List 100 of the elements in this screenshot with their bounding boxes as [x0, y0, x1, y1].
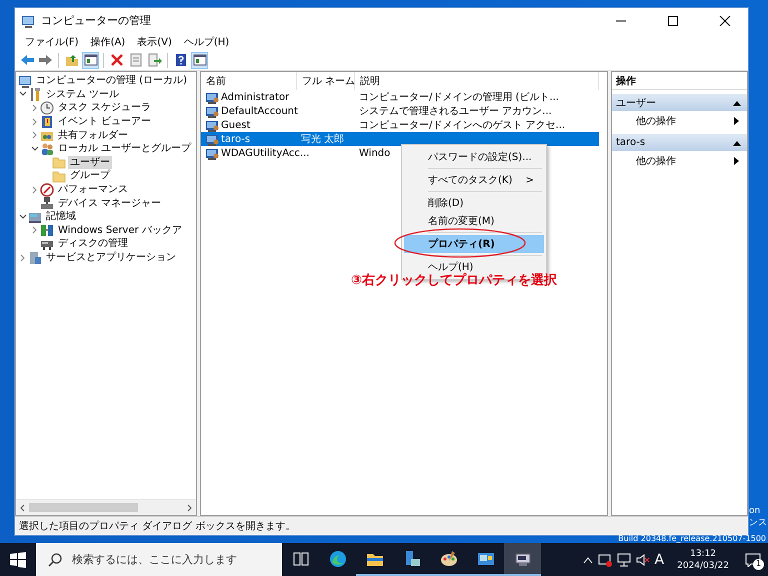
menu-item[interactable]: ファイル(F) [19, 34, 85, 48]
task-view-icon [292, 550, 310, 568]
description: コンピューター/ドメインの管理用 (ビルト... [359, 91, 559, 104]
back-icon [20, 53, 34, 67]
column-header[interactable]: 説明 [355, 72, 599, 90]
chevron-down-icon[interactable] [19, 212, 27, 221]
pane-icon [192, 53, 206, 67]
desktop-text: Build 20348.fe_release.210507-1500 [618, 535, 767, 543]
tree-item[interactable]: サービスとアプリケーション [44, 251, 178, 264]
menu-item[interactable]: 削除(D) [404, 194, 544, 212]
selected-row[interactable]: taro-s 写光 太郎 [201, 132, 599, 146]
chevron-right-icon[interactable] [31, 226, 39, 234]
description: システムで管理されるユーザー アカウン... [359, 105, 552, 118]
action-link[interactable]: 他の操作 [636, 114, 676, 128]
tree-item[interactable]: パフォーマンス [56, 183, 130, 196]
tree-item[interactable]: タスク スケジューラ [56, 101, 154, 114]
menu-item[interactable]: ヘルプ(H) [178, 34, 236, 48]
window-title: コンピューターの管理 [41, 13, 152, 28]
chevron-right-icon[interactable] [31, 104, 39, 112]
section-header[interactable]: ユーザー [612, 94, 747, 111]
collapse-icon[interactable] [733, 100, 741, 106]
column-header[interactable]: 名前 [201, 72, 297, 90]
search-field[interactable]: 検索するには、ここに入力します [36, 543, 282, 576]
scroll-right-icon[interactable] [187, 504, 193, 512]
section-header[interactable]: taro-s [612, 134, 747, 151]
users-icon [40, 142, 54, 156]
placeholder-text: 検索するには、ここに入力します [72, 552, 237, 567]
scroll-left-icon[interactable] [19, 504, 25, 512]
tree-item[interactable]: デバイス マネージャー [56, 196, 164, 210]
submenu-arrow-icon[interactable] [734, 116, 739, 124]
browser-icon [328, 550, 346, 568]
menu-label: すべてのタスク(K) [428, 174, 512, 187]
toolbar-button[interactable] [146, 52, 163, 68]
computer-icon [21, 14, 35, 28]
tree-item[interactable]: Windows Server バックア [56, 224, 184, 237]
collapse-icon[interactable] [733, 140, 741, 146]
ime-indicator[interactable]: A [654, 552, 664, 568]
event-log-icon [40, 114, 54, 129]
user-name: taro-s [221, 134, 250, 144]
menu-item[interactable]: 操作(A) [84, 34, 132, 48]
pane-icon [84, 53, 98, 67]
full-name: 写光 太郎 [301, 132, 344, 146]
toolbar-button[interactable] [191, 52, 208, 68]
services-icon [28, 250, 42, 265]
description: Windo [359, 148, 390, 158]
menu-item[interactable]: プロパティ(R) [404, 235, 544, 253]
scrollbar-thumb[interactable] [29, 503, 138, 512]
chevron-right-icon[interactable] [31, 131, 39, 140]
chevron-down-icon[interactable] [31, 144, 39, 153]
speaker-muted-icon[interactable] [636, 552, 650, 566]
tree-item[interactable]: イベント ビューアー [56, 115, 154, 128]
user-icon [205, 132, 219, 146]
submenu-arrow: > [526, 174, 534, 186]
description: コンピューター/ドメインへのゲスト アクセ... [359, 119, 566, 132]
clock-date[interactable]: 2024/03/22 [677, 560, 729, 572]
help-icon [174, 53, 188, 67]
monitor-alert-icon[interactable] [598, 552, 612, 566]
chevron-right-icon[interactable] [19, 254, 27, 262]
chevron-down-icon[interactable] [19, 90, 27, 98]
notification-icon [745, 552, 761, 566]
user-icon [205, 90, 219, 104]
folder-icon [52, 155, 66, 170]
menu-item[interactable]: すべてのタスク(K) > [404, 171, 544, 189]
annotation-text: ③右クリックしてプロパティを選択 [351, 272, 558, 289]
chevron-right-icon[interactable] [31, 118, 39, 126]
tree-item[interactable]: ユーザー [68, 156, 112, 169]
taskbar-button[interactable] [504, 543, 541, 576]
menu-item[interactable]: 名前の変更(M) [404, 212, 544, 230]
clock-icon [40, 100, 54, 115]
windows-logo-icon [10, 552, 26, 568]
menu-item[interactable]: パスワードの設定(S)... [404, 148, 544, 166]
chevron-up-icon[interactable] [582, 556, 593, 564]
device-icon [40, 196, 54, 210]
tree-item[interactable]: ディスクの管理 [56, 237, 130, 250]
tree-item[interactable]: 共有フォルダー [56, 128, 130, 142]
toolbar-button[interactable] [108, 52, 125, 68]
delete-icon [110, 53, 124, 67]
section-title: ユーザー [616, 96, 656, 110]
submenu-arrow-icon[interactable] [734, 156, 739, 164]
notification-button[interactable]: 1 [742, 548, 764, 570]
user-name: WDAGUtilityAcc... [221, 148, 310, 158]
tools-icon [28, 87, 42, 102]
clock-time[interactable]: 13:12 [690, 548, 716, 560]
user-icon [205, 118, 219, 132]
tree-item[interactable]: システム ツール [44, 88, 122, 101]
network-icon[interactable] [616, 552, 631, 566]
tree-item[interactable]: ローカル ユーザーとグループ [56, 142, 194, 156]
menu-item[interactable]: 表示(V) [131, 34, 178, 48]
folder-up-icon [64, 53, 78, 67]
tree-item[interactable]: 記憶域 [44, 210, 78, 224]
tree-item[interactable]: グループ [68, 169, 112, 182]
gauge-icon [40, 182, 54, 197]
chevron-right-icon[interactable] [31, 186, 39, 194]
tree-item[interactable]: コンピューターの管理 (ローカル) [34, 74, 189, 88]
user-icon [205, 146, 219, 160]
column-header[interactable]: フル ネーム [297, 72, 355, 90]
action-link[interactable]: 他の操作 [636, 154, 676, 168]
backup-icon [40, 223, 54, 238]
toolbar-button[interactable] [82, 52, 99, 68]
maximize-icon [667, 16, 679, 26]
